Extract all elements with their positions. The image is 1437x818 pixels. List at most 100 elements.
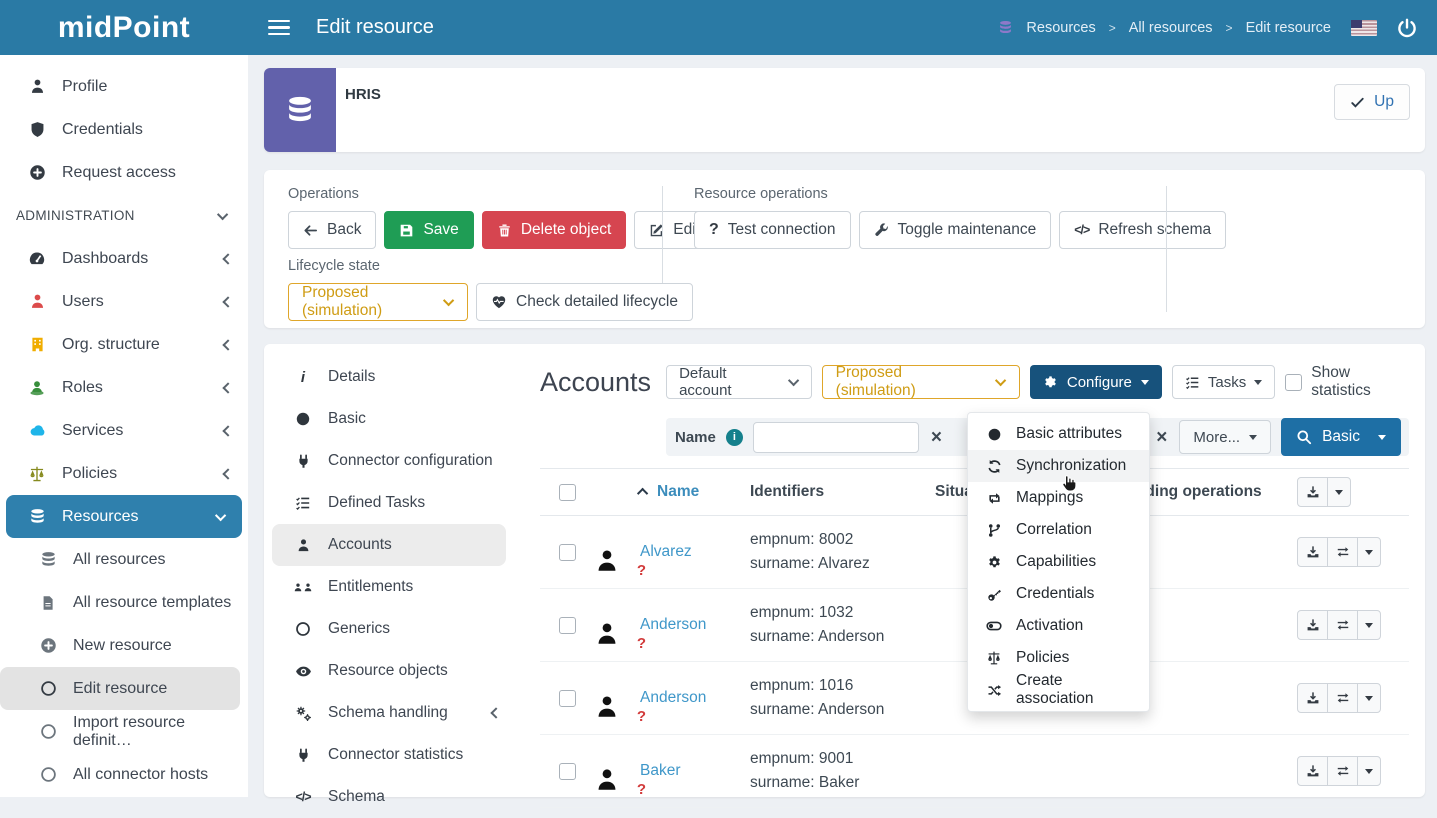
clear-filter-icon[interactable]: × <box>1154 428 1169 447</box>
breadcrumb-all-resources[interactable]: All resources <box>1129 20 1213 36</box>
sidebar-item-edit-resource[interactable]: Edit resource <box>0 667 240 710</box>
sidebar-item-all-resource-templates[interactable]: All resource templates <box>0 581 248 624</box>
check-detailed-lifecycle-button[interactable]: Check detailed lifecycle <box>476 283 693 321</box>
breadcrumb-resources[interactable]: Resources <box>1026 20 1095 36</box>
top-navbar: midPoint Edit resource Resources > All r… <box>0 0 1437 55</box>
show-statistics-toggle[interactable]: Show statistics <box>1285 364 1409 400</box>
sidebar-item-resources[interactable]: Resources <box>6 495 242 538</box>
check-icon <box>1350 95 1365 110</box>
tasks-button[interactable]: Tasks <box>1172 365 1275 399</box>
toggle-maintenance-button[interactable]: Toggle maintenance <box>859 211 1052 249</box>
sidebar-item-new-resource[interactable]: New resource <box>0 624 248 667</box>
row-menu-caret-icon[interactable] <box>1358 611 1380 639</box>
sidebar-item-users[interactable]: Users <box>0 280 248 323</box>
detail-menu-connector-configuration[interactable]: Connector configuration <box>264 440 514 482</box>
sidebar-item-services[interactable]: Services <box>0 409 248 452</box>
detail-menu-generics[interactable]: Generics <box>264 608 514 650</box>
detail-menu-schema-handling[interactable]: Schema handling <box>264 692 514 734</box>
breadcrumb-edit-resource[interactable]: Edit resource <box>1246 20 1331 36</box>
configure-menu-credentials[interactable]: Credentials <box>968 578 1149 610</box>
sidebar-section-administration[interactable]: ADMINISTRATION <box>0 194 248 237</box>
breadcrumb-separator: > <box>1226 21 1233 35</box>
configure-button[interactable]: Configure <box>1030 365 1162 399</box>
detail-menu-accounts[interactable]: Accounts <box>272 524 506 566</box>
row-menu-caret-icon[interactable] <box>1358 538 1380 566</box>
sidebar-item-profile[interactable]: Profile <box>0 65 248 108</box>
detail-menu-connector-statistics[interactable]: Connector statistics <box>264 734 514 776</box>
row-checkbox[interactable] <box>559 763 576 780</box>
chevron-down-icon <box>443 295 454 306</box>
configure-menu-create-association[interactable]: Create association <box>968 674 1149 706</box>
detail-menu-resource-objects[interactable]: Resource objects <box>264 650 514 692</box>
column-header-name[interactable]: Name <box>640 483 750 501</box>
sidebar-item-dashboards[interactable]: Dashboards <box>0 237 248 280</box>
sidebar-item-all-resources[interactable]: All resources <box>0 538 248 581</box>
detail-menu-entitlements[interactable]: Entitlements <box>264 566 514 608</box>
identifier-surname: surname: Alvarez <box>750 552 935 576</box>
menu-toggle-icon[interactable] <box>268 16 290 40</box>
info-icon[interactable]: i <box>726 429 743 446</box>
row-checkbox[interactable] <box>559 617 576 634</box>
row-menu-caret-icon[interactable] <box>1358 757 1380 785</box>
detail-menu-basic[interactable]: Basic <box>264 398 514 440</box>
row-checkbox[interactable] <box>559 690 576 707</box>
column-header-identifiers: Identifiers <box>750 483 935 501</box>
sidebar-item-all-connector-hosts[interactable]: All connector hosts <box>0 753 248 796</box>
name-filter-input[interactable] <box>753 422 919 453</box>
app-logo[interactable]: midPoint <box>0 11 248 45</box>
circle-icon <box>38 766 58 783</box>
import-account-icon[interactable] <box>1298 538 1328 566</box>
us-flag-icon[interactable] <box>1351 20 1377 36</box>
power-icon[interactable] <box>1397 18 1417 38</box>
configure-menu-mappings[interactable]: Mappings <box>968 482 1149 514</box>
delete-object-button[interactable]: Delete object <box>482 211 626 249</box>
search-basic-button[interactable]: Basic <box>1281 418 1401 456</box>
configure-menu-basic-attributes[interactable]: Basic attributes <box>968 418 1149 450</box>
test-connection-button[interactable]: ? Test connection <box>694 211 851 249</box>
import-account-icon[interactable] <box>1298 757 1328 785</box>
show-statistics-checkbox[interactable] <box>1285 374 1302 391</box>
transfer-account-icon[interactable] <box>1328 538 1358 566</box>
sidebar-item-org-structure[interactable]: Org. structure <box>0 323 248 366</box>
configure-menu-synchronization[interactable]: Synchronization <box>968 450 1149 482</box>
configure-menu-activation[interactable]: Activation <box>968 610 1149 642</box>
import-account-icon[interactable] <box>1298 611 1328 639</box>
sync-icon <box>985 459 1003 474</box>
sidebar-item-policies[interactable]: Policies <box>0 452 248 495</box>
accounts-lifecycle-select[interactable]: Proposed (simulation) <box>822 365 1020 399</box>
transfer-account-icon[interactable] <box>1328 611 1358 639</box>
account-type-select[interactable]: Default account <box>666 365 812 399</box>
account-name-link[interactable]: Baker <box>640 762 681 779</box>
configure-menu-policies[interactable]: Policies <box>968 642 1149 674</box>
detail-menu-details[interactable]: i Details <box>264 356 514 398</box>
clear-name-filter-icon[interactable]: × <box>929 428 944 447</box>
more-filters-button[interactable]: More... <box>1179 420 1271 454</box>
import-account-icon[interactable] <box>1298 684 1328 712</box>
shuffle-icon <box>985 683 1003 698</box>
account-name-link[interactable]: Anderson <box>640 689 706 706</box>
lifecycle-state-select[interactable]: Proposed (simulation) <box>288 283 468 321</box>
export-caret-icon[interactable] <box>1328 478 1350 506</box>
sidebar-item-import-resource-definition[interactable]: Import resource definit… <box>0 710 248 753</box>
export-download-icon[interactable] <box>1298 478 1328 506</box>
sidebar-item-request-access[interactable]: Request access <box>0 151 248 194</box>
configure-menu-capabilities[interactable]: Capabilities <box>968 546 1149 578</box>
row-checkbox[interactable] <box>559 544 576 561</box>
save-button[interactable]: Save <box>384 211 473 249</box>
account-name-link[interactable]: Anderson <box>640 616 706 633</box>
operations-label: Operations <box>288 186 744 202</box>
resource-status-up-button[interactable]: Up <box>1334 84 1410 120</box>
detail-menu-defined-tasks[interactable]: Defined Tasks <box>264 482 514 524</box>
name-filter-label: Name <box>675 429 716 446</box>
transfer-account-icon[interactable] <box>1328 684 1358 712</box>
sidebar-item-roles[interactable]: Roles <box>0 366 248 409</box>
back-button[interactable]: Back <box>288 211 376 249</box>
select-all-checkbox[interactable] <box>559 484 576 501</box>
transfer-account-icon[interactable] <box>1328 757 1358 785</box>
row-menu-caret-icon[interactable] <box>1358 684 1380 712</box>
configure-menu-correlation[interactable]: Correlation <box>968 514 1149 546</box>
sidebar-item-credentials[interactable]: Credentials <box>0 108 248 151</box>
detail-menu-schema[interactable]: </> Schema <box>264 776 514 818</box>
refresh-schema-button[interactable]: </> Refresh schema <box>1059 211 1226 249</box>
account-name-link[interactable]: Alvarez <box>640 543 692 560</box>
